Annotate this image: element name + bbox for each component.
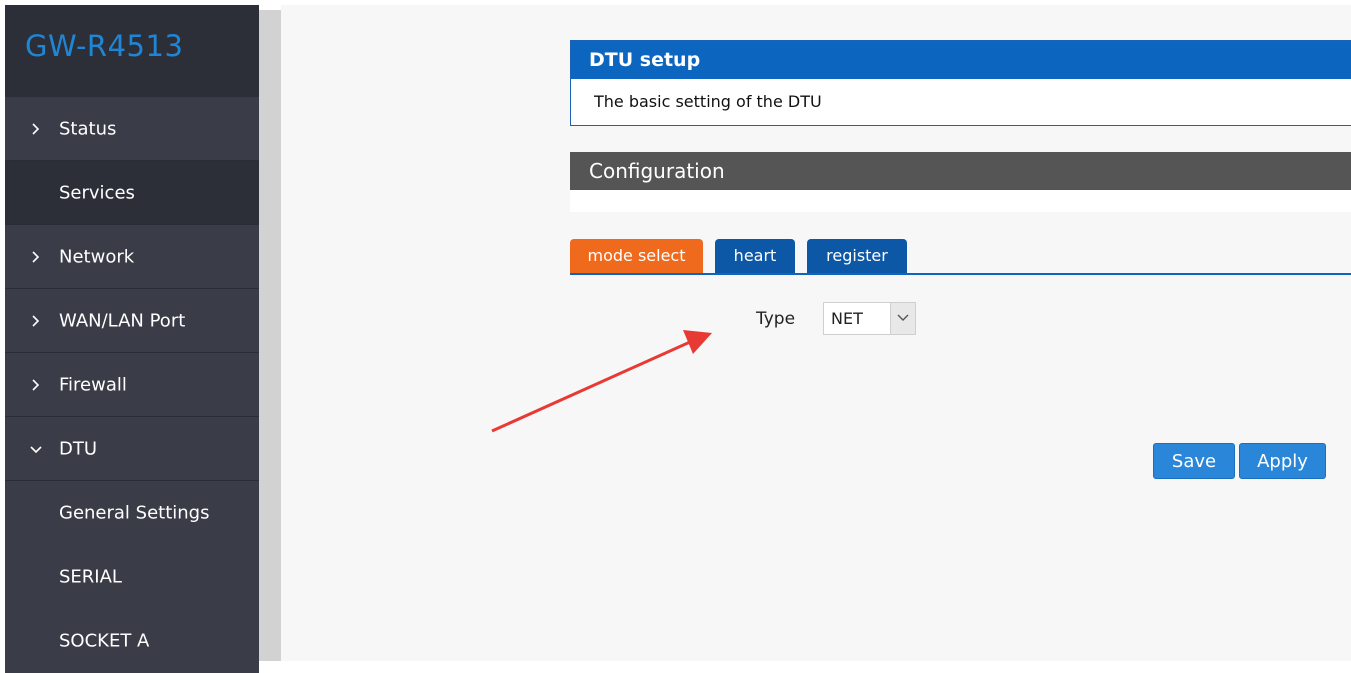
- sidebar-item-label: DTU: [59, 438, 98, 459]
- brand-logo[interactable]: GW-R4513: [25, 29, 183, 63]
- tab-register[interactable]: register: [807, 239, 907, 273]
- sidebar-item-label: Firewall: [59, 374, 127, 395]
- sidebar-subitem-serial[interactable]: SERIAL: [5, 545, 259, 609]
- sidebar-subitem-socket-a[interactable]: SOCKET A: [5, 609, 259, 673]
- sidebar: GW-R4513 Status Services Network WAN/LAN…: [5, 5, 259, 673]
- tab-heart[interactable]: heart: [715, 239, 795, 273]
- type-label: Type: [756, 309, 796, 329]
- sidebar-item-services[interactable]: Services: [5, 161, 259, 225]
- sidebar-item-label: Status: [59, 118, 117, 139]
- sidebar-item-label: Services: [59, 182, 135, 203]
- panel-description: The basic setting of the DTU: [594, 92, 822, 111]
- type-select-value: NET: [831, 309, 863, 328]
- chevron-down-icon: [30, 445, 42, 453]
- caret-down-icon: [890, 303, 915, 334]
- sidebar-item-label: WAN/LAN Port: [59, 310, 186, 331]
- save-button[interactable]: Save: [1153, 443, 1235, 479]
- brand-header: GW-R4513: [5, 5, 259, 97]
- sidebar-item-network[interactable]: Network: [5, 225, 259, 289]
- panel-title: DTU setup: [571, 41, 1351, 79]
- sidebar-item-dtu[interactable]: DTU: [5, 417, 259, 481]
- apply-button[interactable]: Apply: [1239, 443, 1326, 479]
- chevron-right-icon: [32, 314, 40, 327]
- chevron-right-icon: [32, 122, 40, 135]
- sidebar-item-wan-lan-port[interactable]: WAN/LAN Port: [5, 289, 259, 353]
- dtu-setup-panel: DTU setup The basic setting of the DTU: [570, 40, 1351, 126]
- sidebar-item-firewall[interactable]: Firewall: [5, 353, 259, 417]
- configuration-header: Configuration: [570, 152, 1351, 190]
- sidebar-item-status[interactable]: Status: [5, 97, 259, 161]
- sidebar-item-label: SOCKET A: [59, 630, 150, 652]
- sidebar-scrollbar[interactable]: [259, 10, 281, 661]
- sidebar-item-label: Network: [59, 246, 135, 267]
- type-select[interactable]: NET: [823, 302, 916, 335]
- chevron-right-icon: [32, 250, 40, 263]
- configuration-body: [570, 190, 1351, 212]
- tab-underline: [570, 273, 1351, 275]
- sidebar-subitem-general-settings[interactable]: General Settings: [5, 481, 259, 545]
- sidebar-item-label: General Settings: [59, 502, 210, 524]
- main-content: DTU setup The basic setting of the DTU C…: [281, 5, 1351, 661]
- sidebar-item-label: SERIAL: [59, 566, 122, 588]
- tab-mode-select[interactable]: mode select: [570, 239, 703, 273]
- chevron-right-icon: [32, 378, 40, 391]
